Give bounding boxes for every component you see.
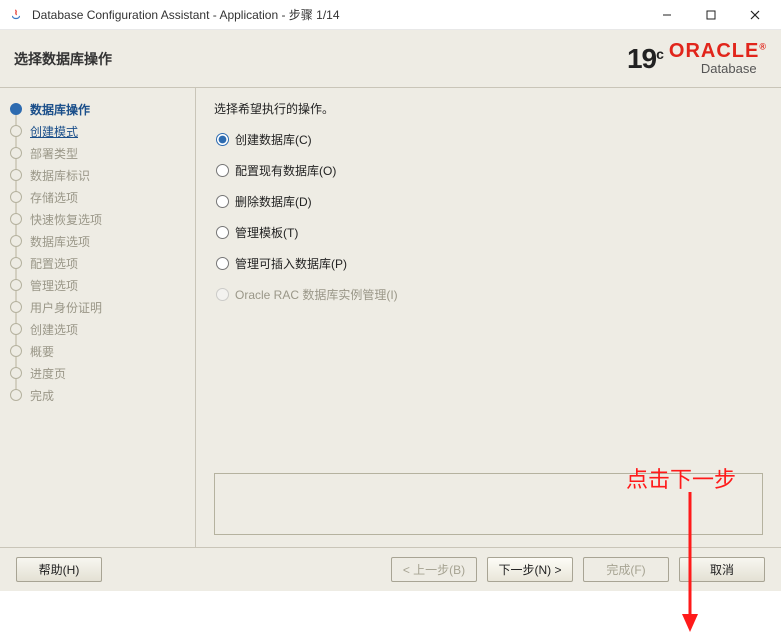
wizard-step: 完成 [10, 384, 187, 406]
step-label: 配置选项 [30, 255, 78, 272]
step-bullet-icon [10, 191, 22, 203]
operation-option[interactable]: 管理模板(T) [216, 224, 763, 241]
operation-label: 删除数据库(D) [235, 193, 312, 210]
wizard-step: 数据库操作 [10, 98, 187, 120]
step-label: 数据库选项 [30, 233, 90, 250]
version-label: 19c [627, 43, 663, 75]
step-bullet-icon [10, 257, 22, 269]
step-label: 完成 [30, 387, 54, 404]
wizard-steps-sidebar: 数据库操作创建模式部署类型数据库标识存储选项快速恢复选项数据库选项配置选项管理选… [0, 88, 196, 547]
step-bullet-icon [10, 367, 22, 379]
wizard-step: 概要 [10, 340, 187, 362]
step-label: 部署类型 [30, 145, 78, 162]
brand-logo: 19c ORACLE® Database [627, 42, 767, 76]
page-title: 选择数据库操作 [14, 49, 112, 69]
step-label: 用户身份证明 [30, 299, 102, 316]
operation-option[interactable]: 配置现有数据库(O) [216, 162, 763, 179]
finish-button[interactable]: 完成(F) [583, 557, 669, 582]
wizard-step: 配置选项 [10, 252, 187, 274]
step-bullet-icon [10, 301, 22, 313]
wizard-step: 数据库选项 [10, 230, 187, 252]
wizard-step: 部署类型 [10, 142, 187, 164]
step-bullet-icon [10, 279, 22, 291]
step-label: 快速恢复选项 [30, 211, 102, 228]
step-label: 数据库操作 [30, 101, 90, 118]
wizard-step: 进度页 [10, 362, 187, 384]
minimize-button[interactable] [645, 1, 689, 29]
cancel-button[interactable]: 取消 [679, 557, 765, 582]
operation-radio[interactable] [216, 195, 229, 208]
wizard-main: 选择希望执行的操作。 创建数据库(C) 配置现有数据库(O) 删除数据库(D) 管理模… [196, 88, 781, 547]
operation-option[interactable]: 创建数据库(C) [216, 131, 763, 148]
wizard-body: 数据库操作创建模式部署类型数据库标识存储选项快速恢复选项数据库选项配置选项管理选… [0, 88, 781, 547]
wizard-step[interactable]: 创建模式 [10, 120, 187, 142]
wizard-step: 数据库标识 [10, 164, 187, 186]
step-label: 创建模式 [30, 123, 78, 140]
operation-label: Oracle RAC 数据库实例管理(I) [235, 286, 398, 303]
next-button[interactable]: 下一步(N) > [487, 557, 573, 582]
step-bullet-icon [10, 125, 22, 137]
operation-label: 管理可插入数据库(P) [235, 255, 347, 272]
operation-radio[interactable] [216, 226, 229, 239]
operation-radio[interactable] [216, 257, 229, 270]
window-titlebar: Database Configuration Assistant - Appli… [0, 0, 781, 30]
window-controls [645, 1, 777, 29]
help-button[interactable]: 帮助(H) [16, 557, 102, 582]
back-button[interactable]: < 上一步(B) [391, 557, 477, 582]
operation-label: 配置现有数据库(O) [235, 162, 336, 179]
wizard-header: 选择数据库操作 19c ORACLE® Database [0, 30, 781, 88]
operation-radio[interactable] [216, 164, 229, 177]
message-box [214, 473, 763, 535]
java-icon [8, 7, 24, 23]
operation-option[interactable]: 删除数据库(D) [216, 193, 763, 210]
operation-option[interactable]: 管理可插入数据库(P) [216, 255, 763, 272]
step-bullet-icon [10, 323, 22, 335]
step-label: 创建选项 [30, 321, 78, 338]
step-label: 管理选项 [30, 277, 78, 294]
operation-option: Oracle RAC 数据库实例管理(I) [216, 286, 763, 303]
step-bullet-icon [10, 213, 22, 225]
operation-label: 创建数据库(C) [235, 131, 312, 148]
window-title: Database Configuration Assistant - Appli… [32, 6, 645, 23]
database-label: Database [701, 61, 757, 76]
wizard-step: 快速恢复选项 [10, 208, 187, 230]
operation-radio[interactable] [216, 133, 229, 146]
wizard-step: 创建选项 [10, 318, 187, 340]
wizard-footer: 帮助(H) < 上一步(B) 下一步(N) > 完成(F) 取消 [0, 547, 781, 591]
wizard-step: 管理选项 [10, 274, 187, 296]
wizard-step: 存储选项 [10, 186, 187, 208]
operation-prompt: 选择希望执行的操作。 [214, 100, 763, 117]
operation-radio [216, 288, 229, 301]
step-bullet-icon [10, 235, 22, 247]
operation-label: 管理模板(T) [235, 224, 298, 241]
operation-radio-group: 创建数据库(C) 配置现有数据库(O) 删除数据库(D) 管理模板(T) 管理可插入数据… [214, 131, 763, 303]
step-bullet-icon [10, 147, 22, 159]
maximize-button[interactable] [689, 1, 733, 29]
step-bullet-icon [10, 389, 22, 401]
oracle-wordmark: ORACLE® [669, 42, 767, 61]
step-label: 概要 [30, 343, 54, 360]
step-label: 进度页 [30, 365, 66, 382]
step-bullet-icon [10, 169, 22, 181]
step-bullet-icon [10, 103, 22, 115]
step-label: 数据库标识 [30, 167, 90, 184]
close-button[interactable] [733, 1, 777, 29]
step-bullet-icon [10, 345, 22, 357]
step-label: 存储选项 [30, 189, 78, 206]
wizard-step: 用户身份证明 [10, 296, 187, 318]
